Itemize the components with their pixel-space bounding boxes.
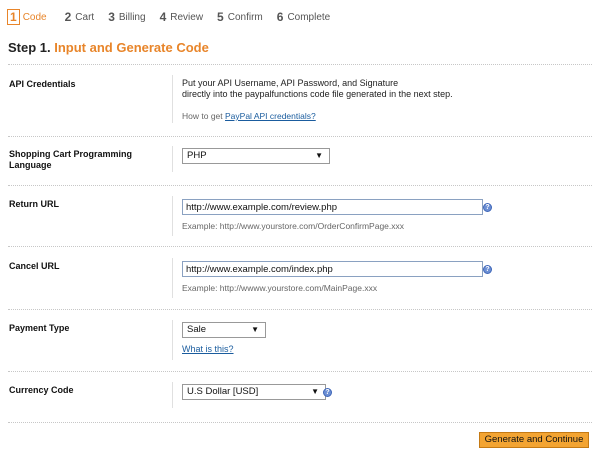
- step-number: 3: [108, 10, 115, 24]
- step-label: Complete: [287, 11, 331, 23]
- payment-type-value: Sale: [187, 324, 207, 335]
- api-credentials-field: Put your API Username, API Password, and…: [172, 75, 453, 123]
- step-complete: 6 Complete: [277, 10, 331, 24]
- step-cart: 2 Cart: [65, 10, 95, 24]
- section-divider: [8, 64, 592, 65]
- section-divider: [8, 371, 592, 372]
- api-help-text: How to get PayPal API credentials?: [182, 111, 453, 121]
- cancel-url-label: Cancel URL: [9, 261, 60, 271]
- api-credentials-link[interactable]: PayPal API credentials?: [225, 111, 316, 121]
- step-number: 6: [276, 10, 284, 24]
- page-title: Step 1. Input and Generate Code: [8, 40, 209, 55]
- section-divider: [8, 309, 592, 310]
- currency-field: U.S Dollar [USD] ▼: [172, 382, 326, 408]
- step-label: Cart: [75, 11, 95, 23]
- page-title-prefix: Step 1.: [8, 40, 51, 55]
- return-url-label: Return URL: [9, 199, 59, 209]
- step-label: Code: [22, 11, 47, 23]
- return-url-example: Example: http://www.yourstore.com/OrderC…: [182, 221, 405, 231]
- payment-type-row: Payment Type Sale ▼ What is this?: [8, 320, 592, 363]
- step-label: Confirm: [227, 11, 263, 23]
- help-icon[interactable]: ?: [323, 388, 332, 397]
- page-title-main: Input and Generate Code: [54, 40, 209, 55]
- dropdown-arrow-icon: ▼: [315, 151, 323, 160]
- api-credentials-line1: Put your API Username, API Password, and…: [182, 78, 399, 88]
- currency-row: Currency Code U.S Dollar [USD] ▼ ?: [8, 382, 592, 411]
- generate-and-continue-button[interactable]: Generate and Continue: [479, 432, 589, 448]
- step-indicator: 1 Code 2 Cart 3 Billing 4 Review 5 Confi…: [7, 8, 344, 26]
- currency-label: Currency Code: [9, 385, 74, 395]
- help-icon[interactable]: ?: [483, 203, 492, 212]
- section-divider: [8, 136, 592, 137]
- cancel-url-row: Cancel URL Example: http://wwww.yourstor…: [8, 258, 592, 301]
- cancel-url-example: Example: http://wwww.yourstore.com/MainP…: [182, 283, 378, 293]
- step-number: 5: [217, 10, 224, 24]
- cart-language-select[interactable]: PHP ▼: [182, 148, 330, 164]
- cart-language-label-line1: Shopping Cart Programming: [9, 149, 133, 159]
- section-divider: [8, 246, 592, 247]
- api-credentials-label: API Credentials: [9, 79, 76, 89]
- step-label: Billing: [118, 11, 146, 23]
- payment-help: What is this?: [182, 344, 266, 354]
- payment-type-select[interactable]: Sale ▼: [182, 322, 266, 338]
- api-credentials-row: API Credentials Put your API Username, A…: [8, 75, 592, 129]
- cart-language-field: PHP ▼: [172, 146, 330, 172]
- api-credentials-line2: directly into the paypalfunctions code f…: [182, 89, 453, 99]
- step-label: Review: [170, 11, 204, 23]
- return-url-row: Return URL Example: http://www.yourstore…: [8, 196, 592, 239]
- step-number: 4: [159, 10, 167, 24]
- api-help-prefix: How to get: [182, 111, 223, 121]
- step-number: 2: [64, 10, 72, 24]
- cart-language-label-line2: Language: [9, 160, 52, 170]
- step-billing: 3 Billing: [108, 10, 145, 24]
- step-review: 4 Review: [160, 10, 203, 24]
- payment-type-label: Payment Type: [9, 323, 70, 333]
- step-confirm: 5 Confirm: [217, 10, 263, 24]
- help-icon[interactable]: ?: [483, 265, 492, 274]
- dropdown-arrow-icon: ▼: [311, 387, 319, 396]
- what-is-this-link[interactable]: What is this?: [182, 344, 234, 354]
- section-divider: [8, 422, 592, 423]
- cart-language-value: PHP: [187, 150, 207, 161]
- cancel-url-field: Example: http://wwww.yourstore.com/MainP…: [172, 258, 483, 298]
- cancel-url-input[interactable]: [182, 261, 483, 277]
- currency-value: U.S Dollar [USD]: [187, 386, 259, 397]
- return-url-field: Example: http://www.yourstore.com/OrderC…: [172, 196, 483, 236]
- step-code: 1 Code: [7, 9, 47, 25]
- payment-type-field: Sale ▼ What is this?: [172, 320, 266, 360]
- cart-language-label: Shopping Cart Programming Language: [9, 149, 149, 171]
- cart-language-row: Shopping Cart Programming Language PHP ▼: [8, 146, 592, 179]
- step-number: 1: [7, 9, 20, 25]
- currency-select[interactable]: U.S Dollar [USD] ▼: [182, 384, 326, 400]
- section-divider: [8, 185, 592, 186]
- dropdown-arrow-icon: ▼: [251, 325, 259, 334]
- return-url-input[interactable]: [182, 199, 483, 215]
